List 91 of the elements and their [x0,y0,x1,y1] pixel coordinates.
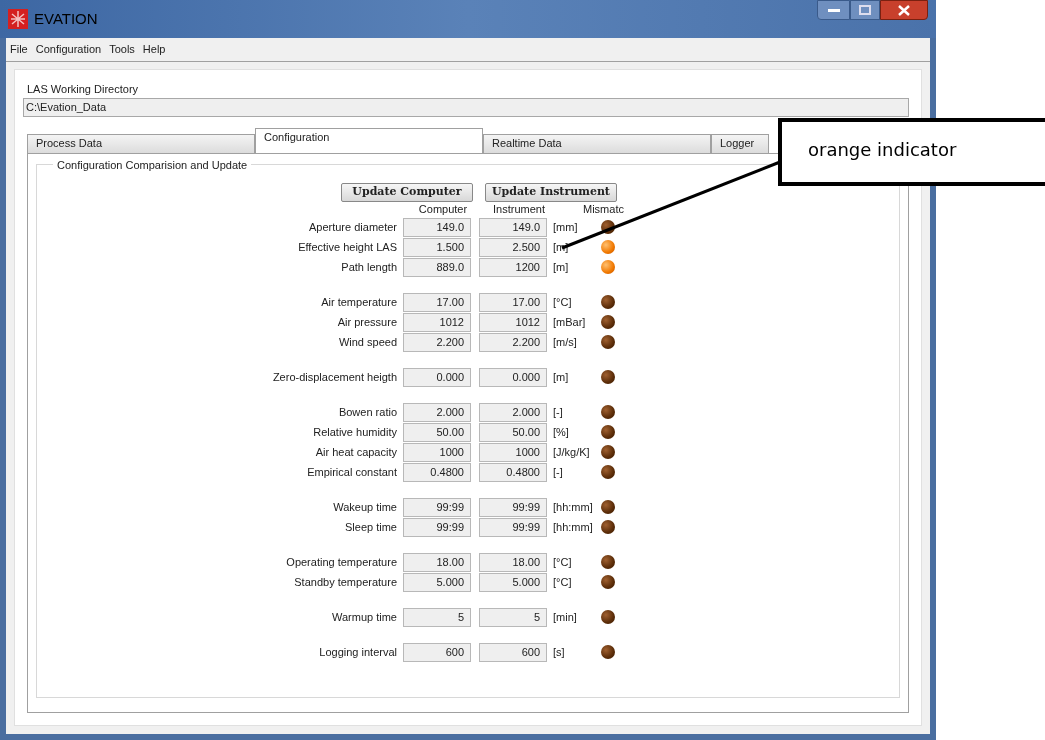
value-field[interactable]: 0.4800 [403,462,471,482]
menu-item[interactable]: Tools [109,41,135,58]
parameter-label: Empirical constant [306,464,398,480]
unit-label: [°C] [552,294,573,310]
value-field[interactable]: 50.00 [479,422,547,442]
parameter-label: Air temperature [320,294,398,310]
value-field[interactable]: 5 [403,607,471,627]
value-field[interactable]: 600 [403,642,471,662]
unit-label: [°C] [552,574,573,590]
value-field[interactable]: 1012 [403,312,471,332]
value-field[interactable]: 17.00 [403,292,471,312]
unit-label: [mBar] [552,314,587,330]
value-field[interactable]: 1012 [479,312,547,332]
unit-label: [J/kg/K] [552,444,591,460]
update-button[interactable]: Update Instrument [485,182,617,202]
value-field[interactable]: 50.00 [403,422,471,442]
update-button[interactable]: Update Computer [341,182,473,202]
unit-label: [m] [552,369,570,385]
unit-label: [hh:mm] [552,519,594,535]
column-header: Mismatc [583,202,624,218]
unit-label: [s] [552,644,566,660]
close-button[interactable] [880,0,928,20]
parameter-label: Effective height LAS [297,239,398,255]
value-field[interactable]: 1000 [479,442,547,462]
tab[interactable]: Process Data [27,133,255,154]
parameter-label: Air pressure [336,314,398,330]
value-field[interactable]: 2.500 [479,237,547,257]
value-field[interactable]: 1.500 [403,237,471,257]
minimize-button[interactable] [817,0,850,20]
value-field[interactable]: 1200 [479,257,547,277]
value-field[interactable]: 2.000 [403,402,471,422]
parameter-label: Aperture diameter [307,219,398,235]
minimize-icon [827,8,840,12]
close-icon [898,4,910,16]
value-field[interactable]: 99:99 [403,517,471,537]
value-field[interactable]: 0.000 [479,367,547,387]
value-field[interactable]: 1000 [403,442,471,462]
maximize-button[interactable] [850,0,880,20]
value-field[interactable]: 17.00 [479,292,547,312]
value-field[interactable]: 99:99 [479,497,547,517]
value-field[interactable]: 0.4800 [479,462,547,482]
parameter-label: Standby temperature [293,574,398,590]
parameter-label: Warmup time [331,609,398,625]
tab[interactable]: Realtime Data [483,133,711,154]
menu-item[interactable]: Help [142,41,166,58]
unit-label: [m] [552,259,570,275]
window-title: EVATION [34,9,98,29]
value-field[interactable]: 0.000 [403,367,471,387]
value-field[interactable]: 600 [479,642,547,662]
tab[interactable]: Configuration [255,127,483,154]
app-logo-icon [8,9,28,30]
value-field[interactable]: 5 [479,607,547,627]
value-field[interactable]: 99:99 [479,517,547,537]
value-field[interactable]: 5.000 [479,572,547,592]
parameter-label: Wind speed [337,334,398,350]
parameter-label: Relative humidity [312,424,398,440]
parameter-label: Operating temperature [285,554,398,570]
annotation-callout: orange indicator [778,118,1045,186]
tab[interactable]: Logger [711,133,769,154]
parameter-label: Wakeup time [332,499,398,515]
value-field[interactable]: 149.0 [479,217,547,237]
directory-field[interactable]: C:\Evation_Data [23,97,909,117]
parameter-label: Air heat capacity [314,444,398,460]
column-header: Computer [417,202,469,218]
parameter-label: Sleep time [344,519,398,535]
column-header: Instrument [492,202,546,218]
unit-label: [%] [552,424,570,440]
unit-label: [hh:mm] [552,499,594,515]
unit-label: [-] [552,464,564,480]
value-field[interactable]: 2.200 [403,332,471,352]
maximize-icon [859,5,871,15]
field-label: LAS Working Directory [27,82,140,97]
value-field[interactable]: 2.000 [479,402,547,422]
value-field[interactable]: 889.0 [403,257,471,277]
parameter-label: Bowen ratio [337,404,398,420]
menu-item[interactable]: File [10,41,28,58]
value-field[interactable]: 2.200 [479,332,547,352]
value-field[interactable]: 5.000 [403,572,471,592]
unit-label: [-] [552,404,564,420]
parameter-label: Logging interval [318,644,398,660]
unit-label: [°C] [552,554,573,570]
value-field[interactable]: 149.0 [403,217,471,237]
unit-label: [min] [552,609,578,625]
value-field[interactable]: 99:99 [403,497,471,517]
menu-item[interactable]: Configuration [35,41,102,58]
parameter-label: Path length [340,259,398,275]
unit-label: [m/s] [552,334,578,350]
unit-label: [mm] [552,219,579,235]
value-field[interactable]: 18.00 [479,552,547,572]
value-field[interactable]: 18.00 [403,552,471,572]
parameter-label: Zero-displacement heigth [271,369,398,385]
